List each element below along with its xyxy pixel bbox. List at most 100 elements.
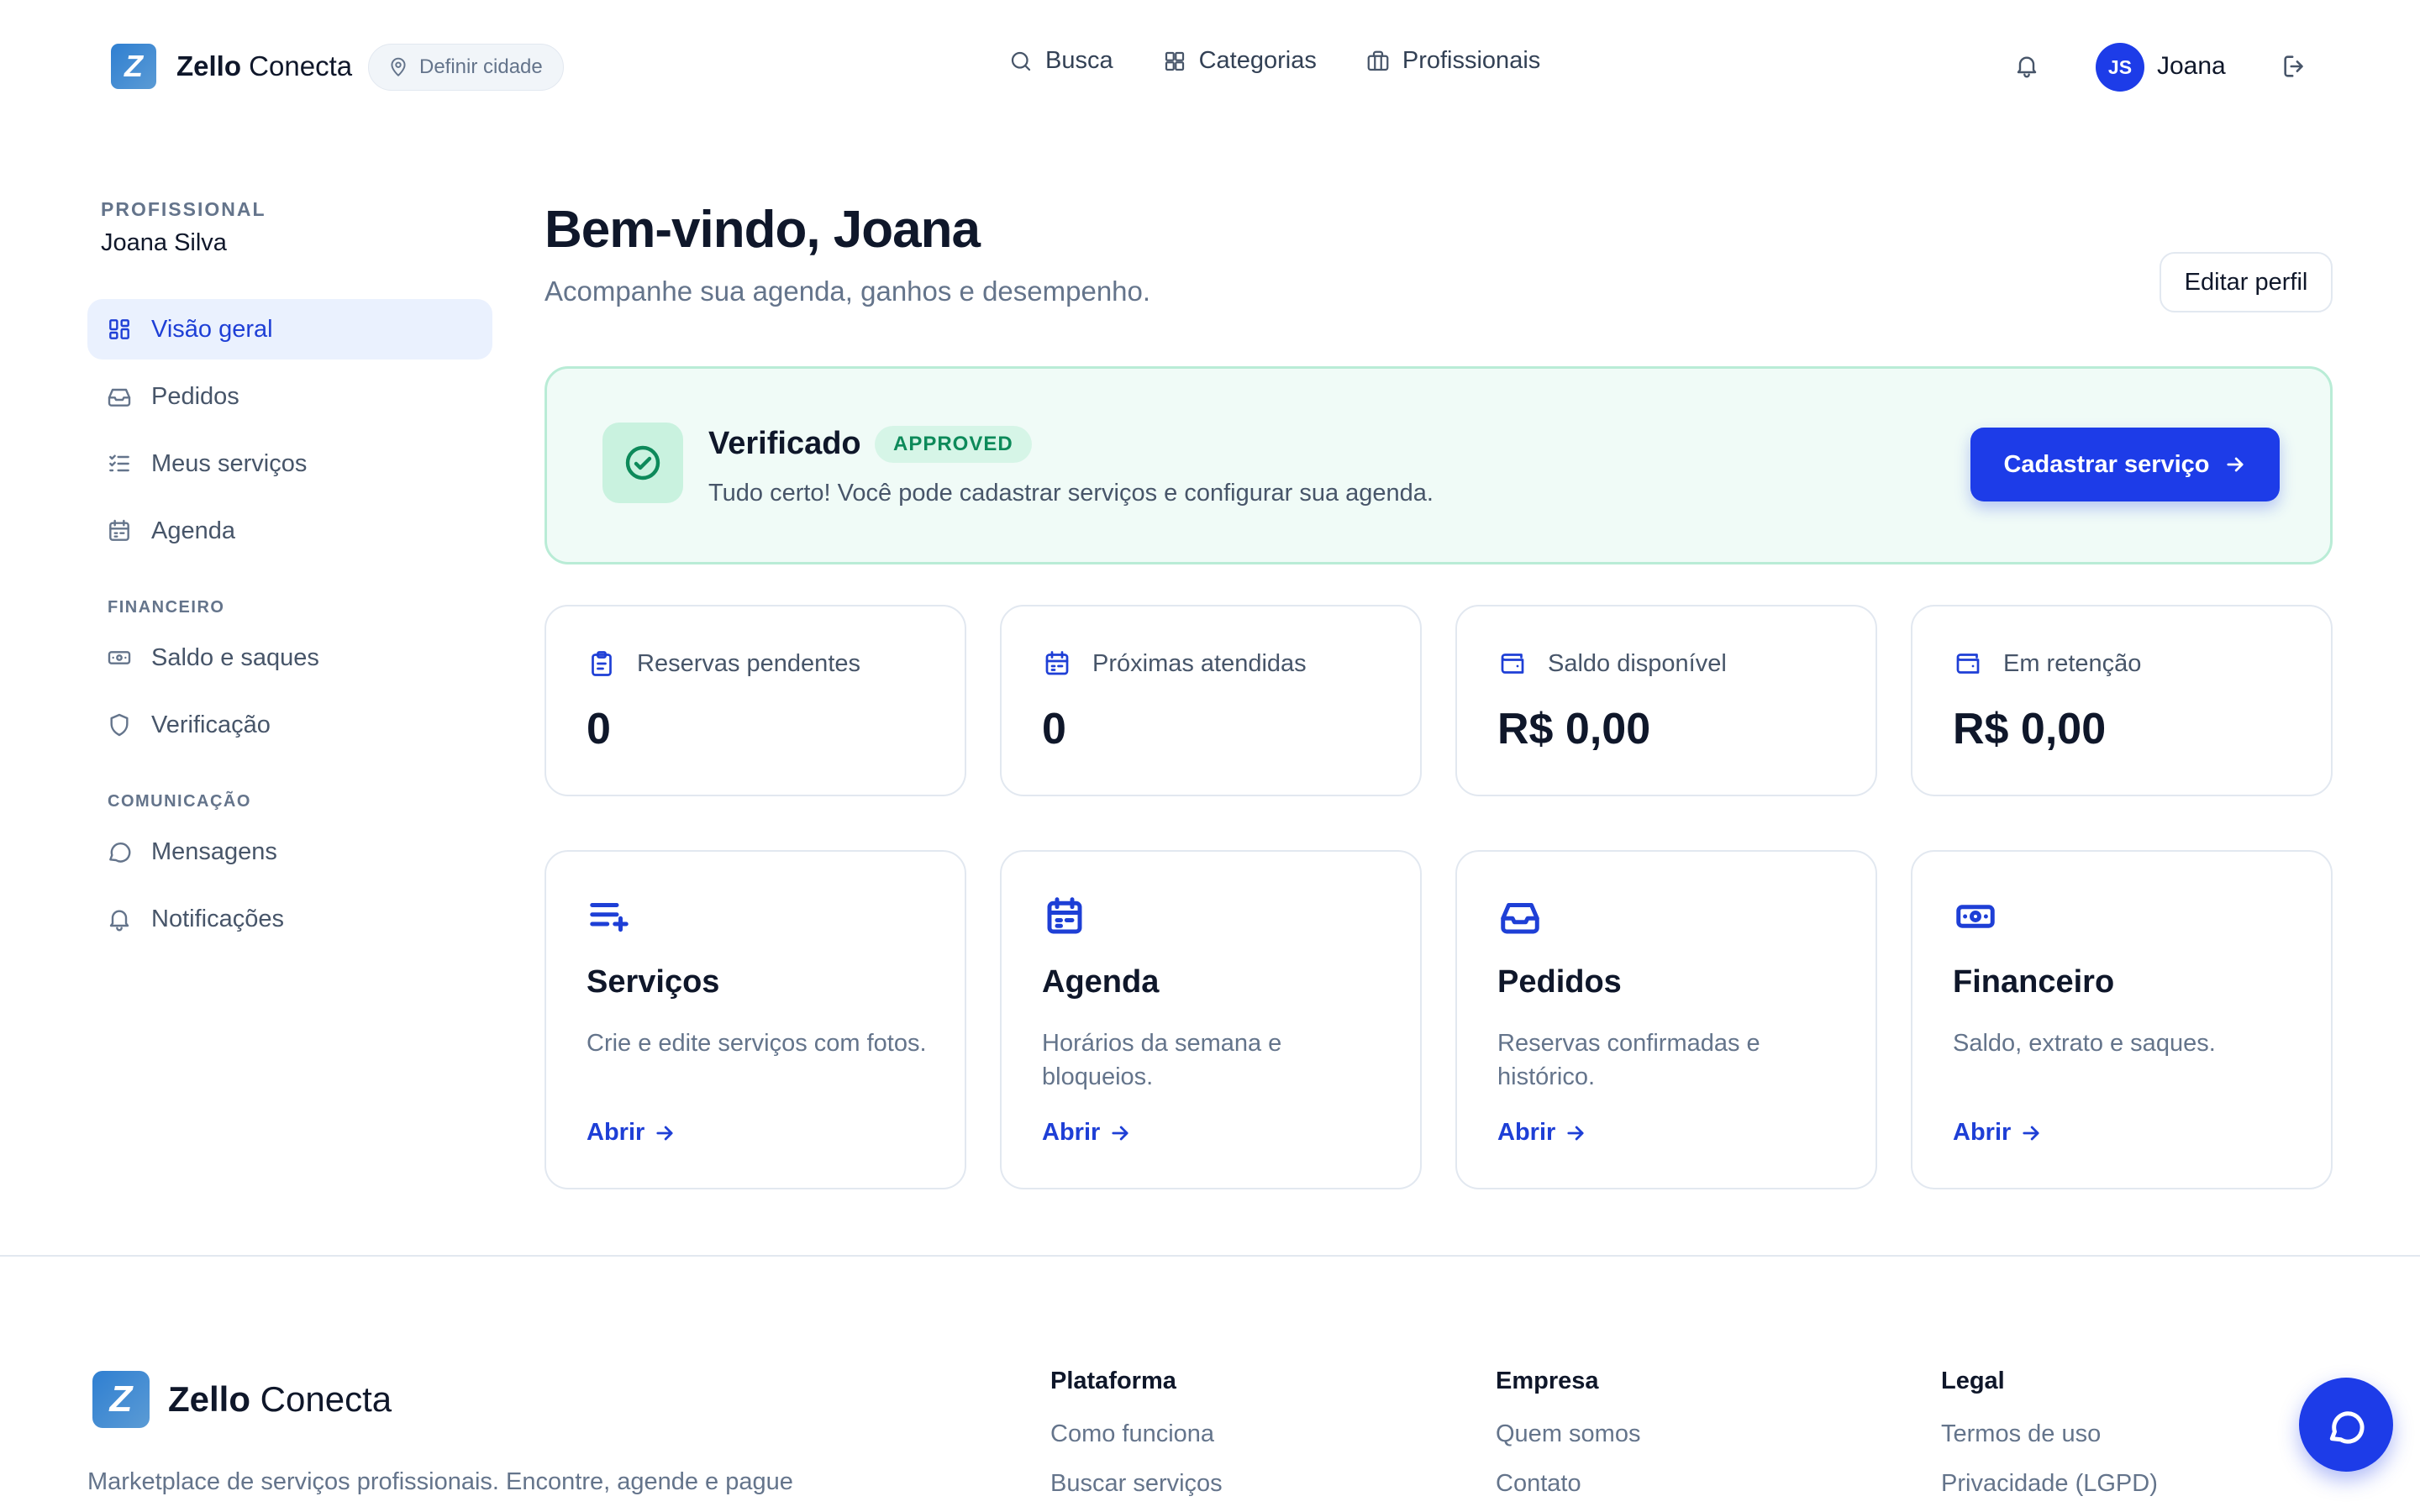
list-plus-icon xyxy=(590,903,629,932)
arrow-right-icon xyxy=(1567,1126,1584,1140)
footer-column-title: Plataforma xyxy=(1050,1368,1176,1394)
footer-link[interactable]: Como funciona xyxy=(1050,1420,1223,1448)
feature-title: Serviços xyxy=(587,964,720,1000)
nav-categorias[interactable]: Categorias xyxy=(1162,47,1317,75)
grid-icon xyxy=(1165,51,1184,71)
sidebar-item-label: Agenda xyxy=(151,517,235,544)
sidebar-profile-name: Joana Silva xyxy=(101,229,227,256)
chat-icon xyxy=(2329,1411,2365,1444)
nav-profissionais[interactable]: Profissionais xyxy=(1365,47,1540,75)
open-link-label: Abrir xyxy=(1497,1119,1556,1146)
top-navigation: Busca Categorias Profissionais xyxy=(1008,47,1589,75)
feature-card-servicos[interactable]: Serviços Crie e edite serviços com fotos… xyxy=(544,850,966,1189)
verified-icon-box xyxy=(602,423,683,503)
footer-column-plataforma: Plataforma Como funciona Buscar serviços xyxy=(1050,1368,1223,1512)
page-title: Bem-vindo, Joana xyxy=(544,201,981,259)
shield-icon xyxy=(110,713,129,737)
sidebar-item-label: Verificação xyxy=(151,711,271,738)
footer-column-title: Legal xyxy=(1941,1368,2005,1394)
feature-open-link[interactable]: Abrir xyxy=(1497,1119,1587,1147)
stat-label: Em retenção xyxy=(2003,649,2142,677)
sidebar-item-saldo-saques[interactable]: Saldo e saques xyxy=(87,627,492,688)
arrow-right-icon xyxy=(656,1126,673,1140)
stat-value: 0 xyxy=(587,705,611,753)
sidebar-item-agenda[interactable]: Agenda xyxy=(87,501,492,561)
nav-label: Busca xyxy=(1045,47,1113,74)
notifications-button[interactable] xyxy=(2013,52,2040,79)
stat-label: Próximas atendidas xyxy=(1092,649,1307,677)
feature-title: Financeiro xyxy=(1953,964,2115,1000)
footer-link[interactable]: Contato xyxy=(1496,1470,1640,1498)
logo-mark: Z xyxy=(92,1371,150,1428)
city-selector-label: Definir cidade xyxy=(419,55,543,78)
footer-link[interactable]: Termos de uso xyxy=(1941,1420,2158,1448)
feature-title: Agenda xyxy=(1042,964,1160,1000)
sidebar-item-verificacao[interactable]: Verificação xyxy=(87,695,492,755)
sidebar-item-label: Visão geral xyxy=(151,315,273,343)
bell-icon xyxy=(2017,56,2037,78)
wallet-icon xyxy=(1501,654,1524,674)
sidebar-section-financeiro: FINANCEIRO xyxy=(108,598,225,617)
arrow-right-icon xyxy=(1112,1126,1128,1140)
sidebar-item-visao-geral[interactable]: Visão geral xyxy=(87,299,492,360)
list-check-icon xyxy=(109,454,129,472)
check-circle-icon xyxy=(625,445,660,480)
dashboard-icon xyxy=(109,319,129,339)
logout-button[interactable] xyxy=(2281,52,2309,81)
sidebar-item-mensagens[interactable]: Mensagens xyxy=(87,822,492,882)
calendar-icon xyxy=(1045,651,1069,675)
open-link-label: Abrir xyxy=(1042,1119,1101,1146)
feature-open-link[interactable]: Abrir xyxy=(587,1119,676,1147)
sidebar-item-label: Notificações xyxy=(151,905,284,932)
calendar-icon xyxy=(1047,897,1082,934)
wallet-icon xyxy=(1956,654,1980,674)
top-header: Z Zello Conecta Definir cidade Busca Cat… xyxy=(0,0,2420,134)
stat-value: 0 xyxy=(1042,705,1066,753)
city-selector[interactable]: Definir cidade xyxy=(368,44,564,91)
footer-logo[interactable]: Z Zello Conecta xyxy=(92,1371,392,1428)
sidebar-item-pedidos[interactable]: Pedidos xyxy=(87,366,492,427)
sidebar-item-label: Meus serviços xyxy=(151,449,308,477)
stat-value: R$ 0,00 xyxy=(1497,705,1651,753)
feature-description: Reservas confirmadas e histórico. xyxy=(1497,1030,1760,1090)
banknote-icon xyxy=(1956,905,1995,928)
logo-mark: Z xyxy=(111,44,156,89)
sidebar-item-label: Pedidos xyxy=(151,382,239,410)
user-name[interactable]: Joana xyxy=(2157,52,2226,81)
feature-open-link[interactable]: Abrir xyxy=(1042,1119,1132,1147)
brand-logo[interactable]: Z Zello Conecta xyxy=(111,44,352,89)
feature-card-financeiro[interactable]: Financeiro Saldo, extrato e saques. Abri… xyxy=(1911,850,2333,1189)
nav-label: Profissionais xyxy=(1402,47,1541,74)
feature-open-link[interactable]: Abrir xyxy=(1953,1119,2043,1147)
feature-description: Crie e edite serviços com fotos. xyxy=(587,1030,927,1057)
verification-text: Tudo certo! Você pode cadastrar serviços… xyxy=(708,480,1434,507)
sidebar-item-notificacoes[interactable]: Notificações xyxy=(87,889,492,949)
footer-link[interactable]: Quem somos xyxy=(1496,1420,1640,1448)
page-subtitle: Acompanhe sua agenda, ganhos e desempenh… xyxy=(544,276,1151,307)
register-service-button[interactable]: Cadastrar serviço xyxy=(1970,428,2280,501)
avatar[interactable]: JS xyxy=(2096,43,2144,92)
logout-icon xyxy=(2284,55,2303,77)
calendar-icon xyxy=(109,519,129,541)
verification-card: Verificado APPROVED Tudo certo! Você pod… xyxy=(544,366,2333,564)
status-badge: APPROVED xyxy=(875,426,1032,463)
footer-link[interactable]: Buscar serviços xyxy=(1050,1470,1223,1498)
map-pin-icon xyxy=(391,57,406,76)
feature-card-pedidos[interactable]: Pedidos Reservas confirmadas e histórico… xyxy=(1455,850,1877,1189)
arrow-right-icon xyxy=(2226,457,2244,472)
nav-label: Categorias xyxy=(1198,47,1317,74)
sidebar-item-label: Saldo e saques xyxy=(151,643,319,671)
edit-profile-button[interactable]: Editar perfil xyxy=(2160,252,2333,312)
footer-column-empresa: Empresa Quem somos Contato xyxy=(1496,1368,1640,1512)
brand-name: Zello Conecta xyxy=(168,1379,392,1419)
chat-button[interactable] xyxy=(2299,1378,2393,1472)
register-service-label: Cadastrar serviço xyxy=(2003,450,2210,478)
footer-link[interactable]: Privacidade (LGPD) xyxy=(1941,1470,2158,1498)
stat-card-em-retencao: Em retenção R$ 0,00 xyxy=(1911,605,2333,796)
open-link-label: Abrir xyxy=(1953,1119,2012,1146)
nav-busca[interactable]: Busca xyxy=(1008,47,1113,75)
sidebar-item-meus-servicos[interactable]: Meus serviços xyxy=(87,433,492,494)
feature-card-agenda[interactable]: Agenda Horários da semana e bloqueios. A… xyxy=(1000,850,1422,1189)
message-icon xyxy=(109,843,131,863)
inbox-icon xyxy=(108,388,131,407)
